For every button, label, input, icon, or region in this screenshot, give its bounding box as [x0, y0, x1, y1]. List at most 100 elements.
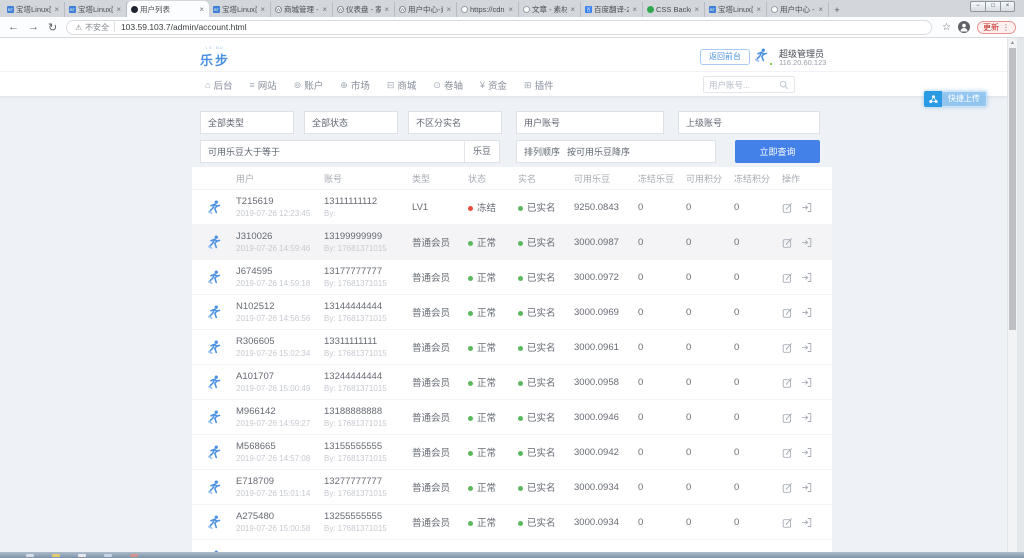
login-as-user-icon[interactable] — [801, 342, 812, 353]
user-avatar[interactable] — [192, 409, 236, 426]
user-id[interactable]: R306605 — [236, 336, 324, 347]
security-warning-icon[interactable]: ⚠ — [75, 23, 82, 32]
tab-close-icon[interactable]: × — [198, 5, 205, 14]
back-icon[interactable]: ← — [8, 21, 19, 33]
tab-close-icon[interactable]: × — [259, 5, 266, 14]
window-restore-button[interactable]: □ — [985, 1, 1000, 12]
browser-menu-icon[interactable]: ⋮ — [1002, 23, 1010, 32]
browser-tab[interactable]: BT 宝塔Linux面 × — [3, 2, 65, 17]
user-id[interactable]: J310026 — [236, 231, 324, 242]
back-to-front-button[interactable]: 返回前台 — [700, 49, 750, 65]
tab-close-icon[interactable]: × — [693, 5, 700, 14]
tab-close-icon[interactable]: × — [445, 5, 452, 14]
login-as-user-icon[interactable] — [801, 272, 812, 283]
user-avatar[interactable] — [192, 199, 236, 216]
site-logo[interactable]: LE BU 乐步 — [200, 45, 230, 70]
user-id[interactable]: E718709 — [236, 476, 324, 487]
status-select[interactable]: 全部状态 — [304, 111, 398, 134]
new-tab-button[interactable]: + — [829, 5, 845, 17]
edit-user-icon[interactable] — [782, 412, 793, 423]
account-filter-input[interactable] — [567, 112, 663, 133]
tab-close-icon[interactable]: × — [817, 5, 824, 14]
nav-item[interactable]: ⊙ 卷轴 — [433, 78, 463, 92]
floating-upload-badge[interactable]: 快捷上传 — [924, 91, 987, 107]
login-as-user-icon[interactable] — [801, 202, 812, 213]
browser-tab[interactable]: BT 宝塔Linux面 × — [209, 2, 271, 17]
nav-item[interactable]: ⊟ 商城 — [387, 78, 417, 92]
browser-tab[interactable]: CSS Backgr × — [643, 2, 705, 17]
user-avatar[interactable] — [192, 374, 236, 391]
user-id[interactable]: A275480 — [236, 511, 324, 522]
nav-item[interactable]: ⊞ 插件 — [524, 78, 554, 92]
login-as-user-icon[interactable] — [801, 237, 812, 248]
windows-taskbar-peek[interactable] — [0, 552, 1024, 558]
type-select[interactable]: 全部类型 — [200, 111, 294, 134]
user-avatar[interactable] — [192, 269, 236, 286]
parent-filter-input[interactable] — [729, 112, 819, 133]
browser-tab[interactable]: 百 百度翻译-20 × — [581, 2, 643, 17]
forward-icon[interactable]: → — [28, 21, 39, 33]
browser-tab[interactable]: W 用户中心-素 × — [395, 2, 457, 17]
window-minimize-button[interactable]: − — [970, 1, 985, 12]
profile-avatar-icon[interactable] — [958, 21, 970, 33]
login-as-user-icon[interactable] — [801, 377, 812, 388]
browser-tab[interactable]: 用户列表 × — [127, 1, 209, 17]
browser-tab[interactable]: 用户中心 - 1 × — [767, 2, 829, 17]
user-avatar[interactable] — [192, 304, 236, 321]
edit-user-icon[interactable] — [782, 377, 793, 388]
tab-close-icon[interactable]: × — [507, 5, 514, 14]
address-bar[interactable]: ⚠ 不安全 103.59.103.7/admin/account.html — [66, 20, 932, 35]
edit-user-icon[interactable] — [782, 237, 793, 248]
scrollbar-up-arrow[interactable]: ▲ — [1008, 38, 1017, 48]
tab-close-icon[interactable]: × — [321, 5, 328, 14]
edit-user-icon[interactable] — [782, 447, 793, 458]
edit-user-icon[interactable] — [782, 517, 793, 528]
user-avatar[interactable] — [192, 234, 236, 251]
header-search-box[interactable] — [703, 76, 795, 93]
nav-item[interactable]: ≡ 网站 — [249, 78, 276, 92]
tab-close-icon[interactable]: × — [115, 5, 122, 14]
browser-tab[interactable]: W 仪表盘 - 家 × — [333, 2, 395, 17]
order-select[interactable]: 按可用乐豆降序 — [567, 145, 630, 158]
browser-tab[interactable]: W 商城管理 - 3 × — [271, 2, 333, 17]
login-as-user-icon[interactable] — [801, 517, 812, 528]
search-input[interactable] — [709, 80, 779, 90]
ledou-filter-input[interactable] — [287, 141, 464, 162]
nav-item[interactable]: ⌂ 后台 — [205, 78, 232, 92]
login-as-user-icon[interactable] — [801, 482, 812, 493]
browser-tab[interactable]: BT 宝塔Linux面 × — [705, 2, 767, 17]
tab-close-icon[interactable]: × — [383, 5, 390, 14]
reload-icon[interactable]: ↻ — [48, 21, 57, 34]
window-close-button[interactable]: × — [1000, 1, 1015, 12]
login-as-user-icon[interactable] — [801, 307, 812, 318]
url-text[interactable]: 103.59.103.7/admin/account.html — [121, 22, 247, 32]
scrollbar-thumb[interactable] — [1009, 48, 1016, 330]
user-id[interactable]: M966142 — [236, 406, 324, 417]
edit-user-icon[interactable] — [782, 342, 793, 353]
tab-close-icon[interactable]: × — [569, 5, 576, 14]
user-avatar[interactable] — [192, 514, 236, 531]
tab-close-icon[interactable]: × — [755, 5, 762, 14]
nav-item[interactable]: ⊕ 市场 — [340, 78, 370, 92]
user-id[interactable]: J674595 — [236, 266, 324, 277]
user-id[interactable]: N102512 — [236, 301, 324, 312]
browser-tab[interactable]: https://cdn. × — [457, 2, 519, 17]
login-as-user-icon[interactable] — [801, 447, 812, 458]
admin-avatar[interactable] — [753, 47, 773, 67]
query-button[interactable]: 立即查询 — [735, 140, 820, 163]
login-as-user-icon[interactable] — [801, 412, 812, 423]
realname-select[interactable]: 不区分实名 — [408, 111, 502, 134]
user-avatar[interactable] — [192, 479, 236, 496]
tab-close-icon[interactable]: × — [53, 5, 60, 14]
user-id[interactable]: T215619 — [236, 196, 324, 207]
nav-item[interactable]: ¥ 资金 — [480, 78, 507, 92]
user-id[interactable]: M568665 — [236, 441, 324, 452]
edit-user-icon[interactable] — [782, 202, 793, 213]
user-avatar[interactable] — [192, 339, 236, 356]
user-avatar[interactable] — [192, 444, 236, 461]
browser-tab[interactable]: 文章 - 素材 × — [519, 2, 581, 17]
edit-user-icon[interactable] — [782, 307, 793, 318]
nav-item[interactable]: ⊚ 账户 — [294, 78, 324, 92]
chrome-update-button[interactable]: 更新 ⋮ — [977, 21, 1016, 34]
bookmark-star-icon[interactable]: ☆ — [942, 22, 951, 33]
